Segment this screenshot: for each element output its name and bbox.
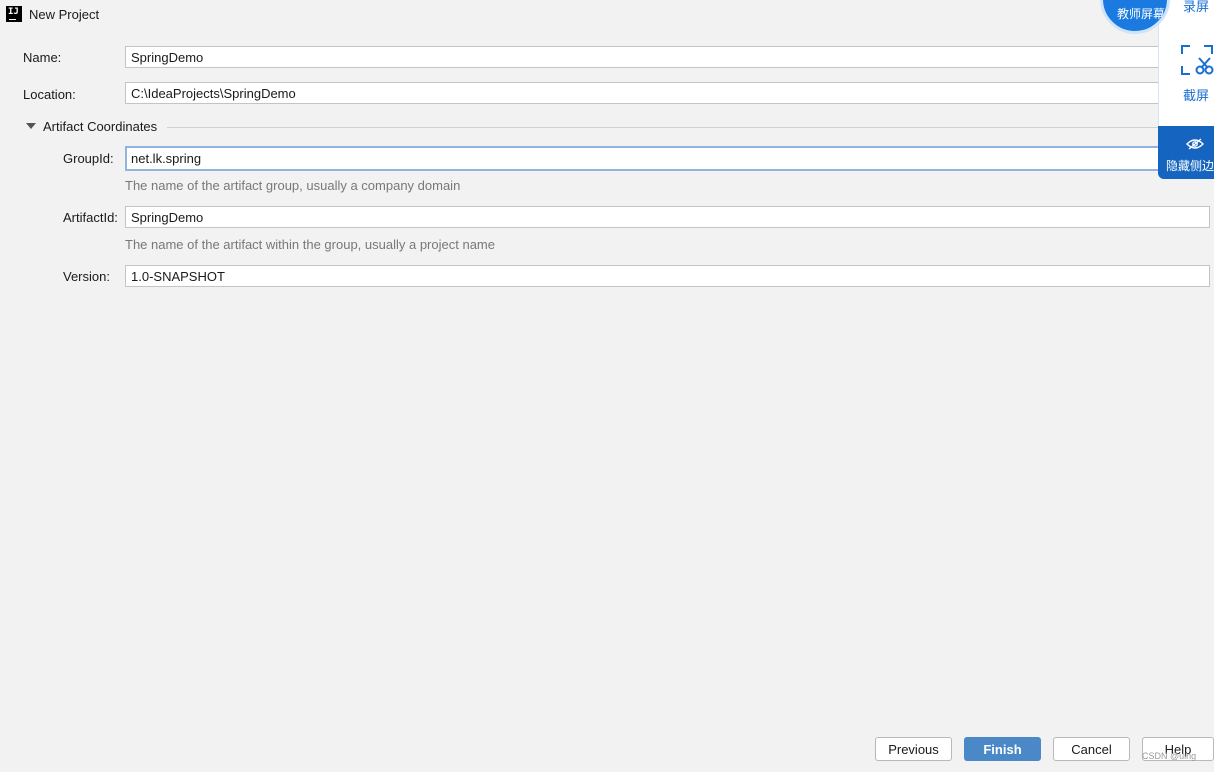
watermark: CSDN @uing bbox=[1142, 751, 1197, 761]
crop-icon[interactable] bbox=[1180, 44, 1214, 76]
artifact-coordinates-toggle[interactable]: Artifact Coordinates bbox=[24, 119, 184, 135]
location-input[interactable] bbox=[125, 82, 1165, 104]
record-screen-button[interactable]: 录屏 bbox=[1183, 0, 1209, 15]
eye-icon bbox=[1186, 138, 1204, 150]
version-label: Version: bbox=[63, 269, 110, 284]
version-input[interactable] bbox=[125, 265, 1210, 287]
screenshot-button[interactable]: 截屏 bbox=[1183, 85, 1209, 104]
title-bar: IJ New Project bbox=[0, 0, 1214, 30]
intellij-idea-icon: IJ bbox=[6, 6, 22, 22]
previous-button[interactable]: Previous bbox=[875, 737, 952, 761]
window-title: New Project bbox=[29, 7, 100, 22]
location-label: Location: bbox=[23, 87, 76, 102]
teacher-screen-label: 教师屏幕 bbox=[1117, 7, 1166, 21]
name-label: Name: bbox=[23, 50, 62, 65]
finish-button[interactable]: Finish bbox=[964, 737, 1041, 761]
hide-sidebar-label: 隐藏侧边 bbox=[1166, 159, 1214, 173]
name-input[interactable] bbox=[125, 46, 1165, 68]
section-divider bbox=[167, 127, 1167, 128]
groupid-label: GroupId: bbox=[63, 151, 114, 166]
groupid-hint: The name of the artifact group, usually … bbox=[125, 178, 461, 193]
cancel-button[interactable]: Cancel bbox=[1053, 737, 1130, 761]
section-title: Artifact Coordinates bbox=[43, 119, 158, 134]
groupid-input[interactable] bbox=[125, 146, 1165, 171]
artifactid-label: ArtifactId: bbox=[63, 210, 118, 225]
artifactid-input[interactable] bbox=[125, 206, 1210, 228]
collapse-triangle-icon bbox=[26, 123, 36, 129]
artifactid-hint: The name of the artifact within the grou… bbox=[125, 237, 495, 252]
